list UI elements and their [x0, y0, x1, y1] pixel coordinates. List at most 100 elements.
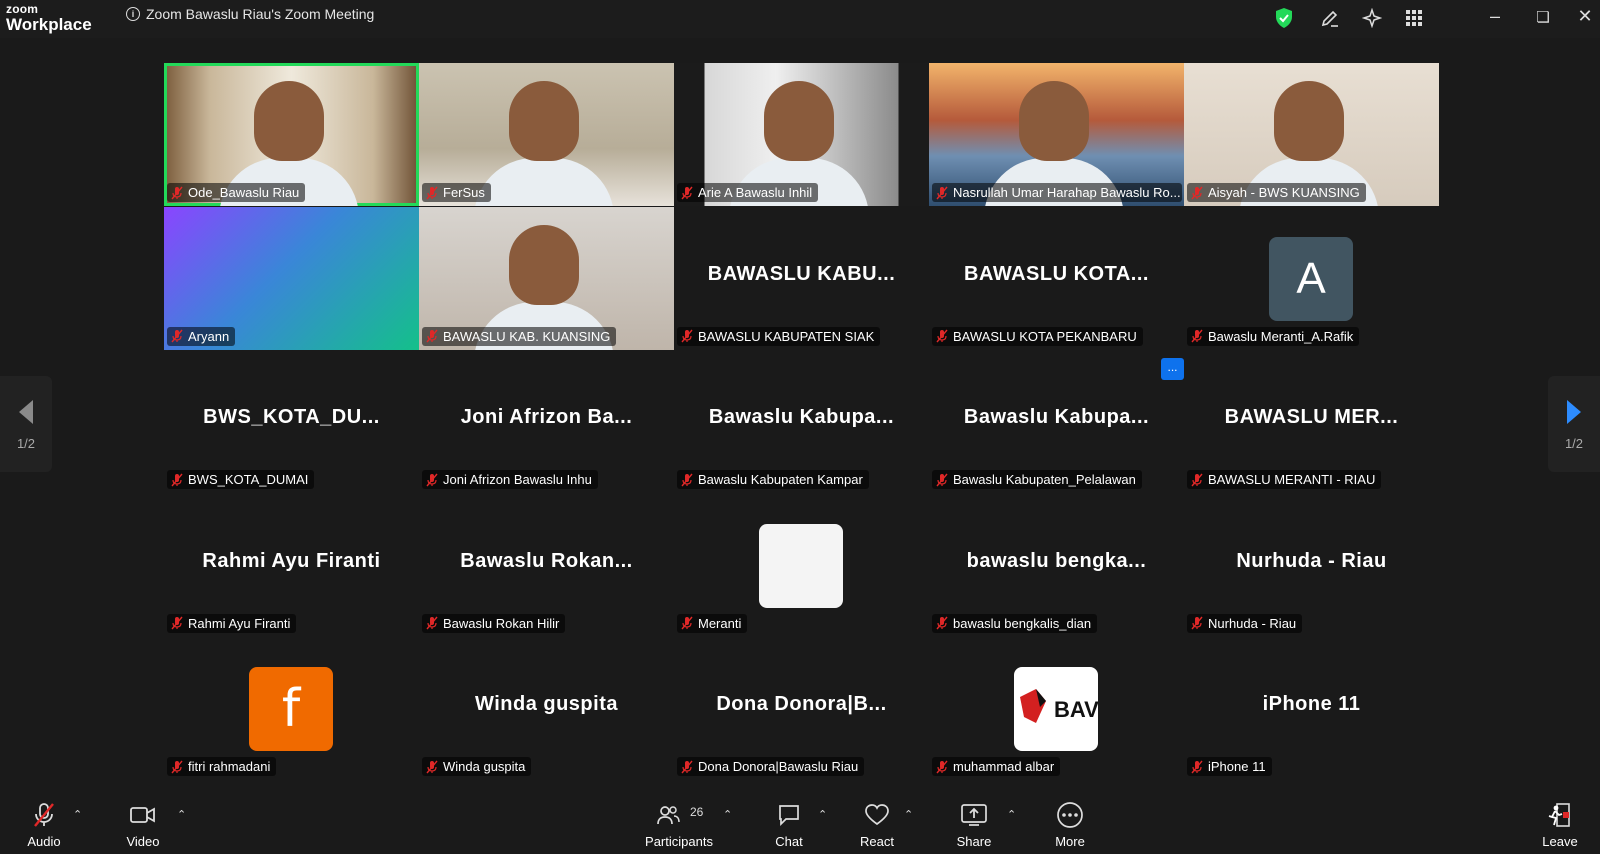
participant-name: Meranti [698, 615, 742, 631]
participant-tile[interactable]: A Bawaslu Meranti_A.Rafik [1184, 206, 1439, 350]
mic-off-icon [32, 802, 56, 828]
minimize-icon[interactable]: – [1480, 6, 1510, 27]
participants-options-caret[interactable]: ⌃ [723, 808, 732, 821]
participant-tile[interactable]: Aryann [164, 206, 419, 350]
participant-tile[interactable]: Rahmi Ayu Firanti Rahmi Ayu Firanti [164, 493, 419, 637]
participant-name: Bawaslu Meranti_A.Rafik [1208, 328, 1354, 344]
participant-tile[interactable]: BAWASLU KAB. KUANSING [419, 206, 674, 350]
participant-tile[interactable]: Arie A Bawaslu Inhil [674, 63, 929, 206]
participant-tile[interactable]: FerSus [419, 63, 674, 206]
more-button[interactable]: More [1035, 802, 1105, 849]
mic-off-icon [426, 473, 438, 487]
mic-off-icon [681, 186, 693, 200]
participant-tile[interactable]: Nurhuda - Riau Nurhuda - Riau [1184, 493, 1439, 637]
heart-icon [864, 802, 890, 828]
participant-tile[interactable]: BAWASLU KABU... BAWASLU KABUPATEN SIAK [674, 206, 929, 350]
avatar [759, 523, 843, 608]
chat-button[interactable]: Chat [754, 802, 824, 849]
mic-off-icon [171, 186, 183, 200]
share-button[interactable]: Share [939, 802, 1009, 849]
react-button[interactable]: React [842, 802, 912, 849]
participant-display-name: iPhone 11 [1262, 693, 1361, 715]
participant-name-tag: fitri rahmadani [167, 757, 277, 776]
more-dots-button[interactable]: ... [1161, 358, 1184, 380]
participant-tile[interactable]: Bawaslu Kabupa... Bawaslu Kabupaten_Pelal… [929, 350, 1184, 493]
participant-name-tag: Joni Afrizon Bawaslu Inhu [422, 470, 598, 489]
sparkle-icon[interactable] [1358, 4, 1386, 32]
react-options-caret[interactable]: ⌃ [904, 808, 913, 821]
participant-tile[interactable]: BAWASLU MER... BAWASLU MERANTI - RIAU [1184, 350, 1439, 493]
participant-tile[interactable]: Meranti [674, 493, 929, 637]
participant-name-tag: BAWASLU KABUPATEN SIAK [677, 326, 881, 346]
close-icon[interactable]: ✕ [1570, 6, 1600, 27]
participant-name: Rahmi Ayu Firanti [188, 615, 291, 631]
participant-tile[interactable]: Bawaslu Kabupa... Bawaslu Kabupaten Kampa… [674, 350, 929, 493]
shield-icon[interactable] [1270, 4, 1298, 32]
participant-name-tag: FerSus [422, 183, 491, 202]
participant-name: iPhone 11 [1208, 759, 1266, 774]
participant-video-figure [1019, 81, 1089, 161]
mic-off-icon [426, 186, 438, 200]
participant-name-tag: Winda guspita [422, 757, 532, 776]
participant-name-tag: Bawaslu Rokan Hilir [422, 613, 566, 633]
leave-button[interactable]: Leave [1530, 802, 1590, 849]
video-button[interactable]: Video [108, 802, 178, 849]
participant-video-body [474, 158, 614, 206]
participant-name-tag: muhammad albar [932, 757, 1061, 776]
participant-name: bawaslu bengkalis_dian [953, 615, 1092, 631]
participant-name: Nasrullah Umar Harahap Bawaslu Ro... [953, 185, 1181, 200]
participant-tile[interactable]: Ode_Bawaslu Riau [164, 63, 419, 206]
participant-tile[interactable]: iPhone 11 iPhone 11 [1184, 637, 1439, 780]
participant-name: FerSus [443, 185, 485, 200]
info-icon[interactable]: i [126, 7, 140, 21]
chat-label: Chat [775, 834, 803, 849]
participants-button[interactable]: Participants [637, 802, 721, 849]
apps-grid-icon[interactable] [1400, 4, 1428, 32]
participant-name-tag: Dona Donora|Bawaslu Riau [677, 757, 865, 776]
participant-tile[interactable]: bawaslu bengka... bawaslu bengkalis_dian [929, 493, 1184, 637]
audio-button[interactable]: Audio [9, 802, 79, 849]
next-page-button[interactable]: 1/2 [1548, 376, 1600, 472]
participant-name-tag: Meranti [677, 613, 748, 633]
mic-off-icon [426, 760, 438, 774]
participant-tile[interactable]: Bawaslu Rokan... Bawaslu Rokan Hilir [419, 493, 674, 637]
mic-off-icon [1191, 616, 1203, 630]
participant-tile[interactable]: f fitri rahmadani [164, 637, 419, 780]
video-options-caret[interactable]: ⌃ [177, 808, 186, 821]
participant-tile[interactable]: Nasrullah Umar Harahap Bawaslu Ro... [929, 63, 1184, 206]
pen-icon[interactable] [1316, 4, 1344, 32]
participant-display-name: BAWASLU KOTA... [964, 262, 1149, 285]
chat-options-caret[interactable]: ⌃ [818, 808, 827, 821]
mic-off-icon [1191, 473, 1203, 487]
participant-name-tag: BWS_KOTA_DUMAI [167, 470, 315, 489]
participant-tile[interactable]: BAWASLU KOTA... BAWASLU KOTA PEKANBARU [929, 206, 1184, 350]
prev-page-button[interactable]: 1/2 [0, 376, 52, 472]
participant-name: Bawaslu Rokan Hilir [443, 615, 560, 631]
participant-display-name: Nurhuda - Riau [1236, 549, 1387, 572]
participant-name-tag: BAWASLU MERANTI - RIAU [1187, 470, 1382, 489]
mic-off-icon [681, 473, 693, 487]
audio-options-caret[interactable]: ⌃ [73, 808, 82, 821]
participant-display-name: Bawaslu Kabupa... [963, 406, 1150, 428]
video-label: Video [126, 834, 160, 849]
restore-icon[interactable]: ❏ [1528, 8, 1558, 26]
participant-tile[interactable]: BWS_KOTA_DU... BWS_KOTA_DUMAI [164, 350, 419, 493]
mic-off-icon [681, 760, 693, 774]
participant-name-tag: Bawaslu Meranti_A.Rafik [1187, 326, 1360, 346]
participant-tile[interactable]: Dona Donora|B... Dona Donora|Bawaslu Riau [674, 637, 929, 780]
participant-tile[interactable]: Aisyah - BWS KUANSING [1184, 63, 1439, 206]
participant-display-name: Joni Afrizon Ba... [460, 406, 633, 428]
participant-name: Nurhuda - Riau [1208, 615, 1297, 631]
chat-icon [777, 802, 801, 828]
mic-off-icon [936, 616, 948, 630]
participant-name-tag: iPhone 11 [1187, 757, 1272, 776]
share-options-caret[interactable]: ⌃ [1007, 808, 1016, 821]
mic-off-icon [1191, 329, 1203, 343]
participant-display-name: Rahmi Ayu Firanti [202, 549, 381, 572]
participant-tile[interactable]: Winda guspita Winda guspita [419, 637, 674, 780]
participant-name-tag: Nurhuda - Riau [1187, 613, 1303, 633]
participant-tile[interactable]: BAV muhammad albar [929, 637, 1184, 780]
participant-video-figure [509, 224, 579, 305]
leave-label: Leave [1542, 834, 1578, 849]
participant-tile[interactable]: Joni Afrizon Ba... Joni Afrizon Bawaslu I… [419, 350, 674, 493]
